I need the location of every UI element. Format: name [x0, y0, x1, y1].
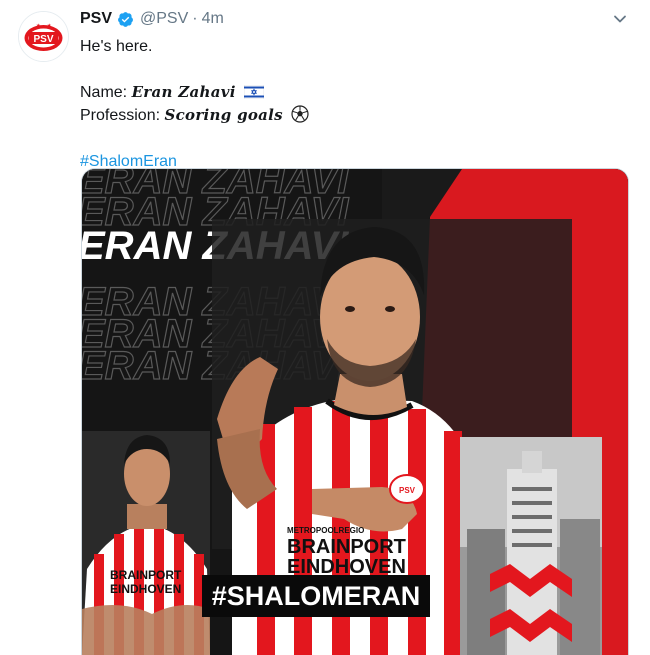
psv-logo-icon: PSV ★ ★ [19, 12, 68, 61]
tweet-media[interactable]: ERAN ZAHAVI ERAN ZAHAVI ERAN ZAHAVI ERAN… [81, 168, 629, 655]
name-label: Name: [80, 84, 132, 101]
avatar-logo-text: PSV [33, 34, 53, 45]
media-artwork: ERAN ZAHAVI ERAN ZAHAVI ERAN ZAHAVI ERAN… [82, 169, 628, 655]
tweet-text: He's here. Name: Eran Zahavi Profession:… [80, 35, 620, 173]
svg-text:★: ★ [36, 23, 41, 29]
shirt-small-text: METROPOOLREGIO [287, 526, 364, 535]
israel-flag-icon [244, 85, 265, 99]
author-name[interactable]: PSV [80, 9, 112, 29]
small-shirt-sponsor-1: BRAINPORT [110, 568, 182, 582]
verified-badge-icon [118, 11, 133, 27]
soccer-ball-icon [291, 105, 309, 123]
small-player-photo: BRAINPORT EINDHOVEN [82, 431, 210, 655]
svg-text:PSV: PSV [399, 486, 416, 495]
avatar[interactable]: PSV ★ ★ [18, 11, 69, 62]
chevron-down-icon[interactable] [612, 11, 628, 27]
profession-label: Profession: [80, 107, 165, 124]
tweet-line-name: Name: Eran Zahavi [80, 81, 620, 104]
shirt-sponsor-2: EINDHOVEN [287, 556, 406, 578]
shirt-sponsor-1: BRAINPORT [287, 536, 406, 558]
profession-value: Scoring goals [164, 106, 283, 124]
tweet-timestamp[interactable]: 4m [202, 9, 224, 29]
building-photo [460, 437, 602, 655]
svg-text:★: ★ [47, 23, 52, 29]
tweet-header: PSV @PSV · 4m [80, 9, 224, 29]
author-handle[interactable]: @PSV [140, 9, 188, 29]
tweet-line-1: He's here. [80, 38, 153, 55]
name-value: Eran Zahavi [131, 83, 236, 101]
banner-text: #SHALOMERAN [212, 581, 421, 611]
separator-dot: · [192, 10, 198, 27]
small-shirt-sponsor-2: EINDHOVEN [110, 582, 181, 596]
tweet-line-profession: Profession: Scoring goals [80, 104, 620, 127]
